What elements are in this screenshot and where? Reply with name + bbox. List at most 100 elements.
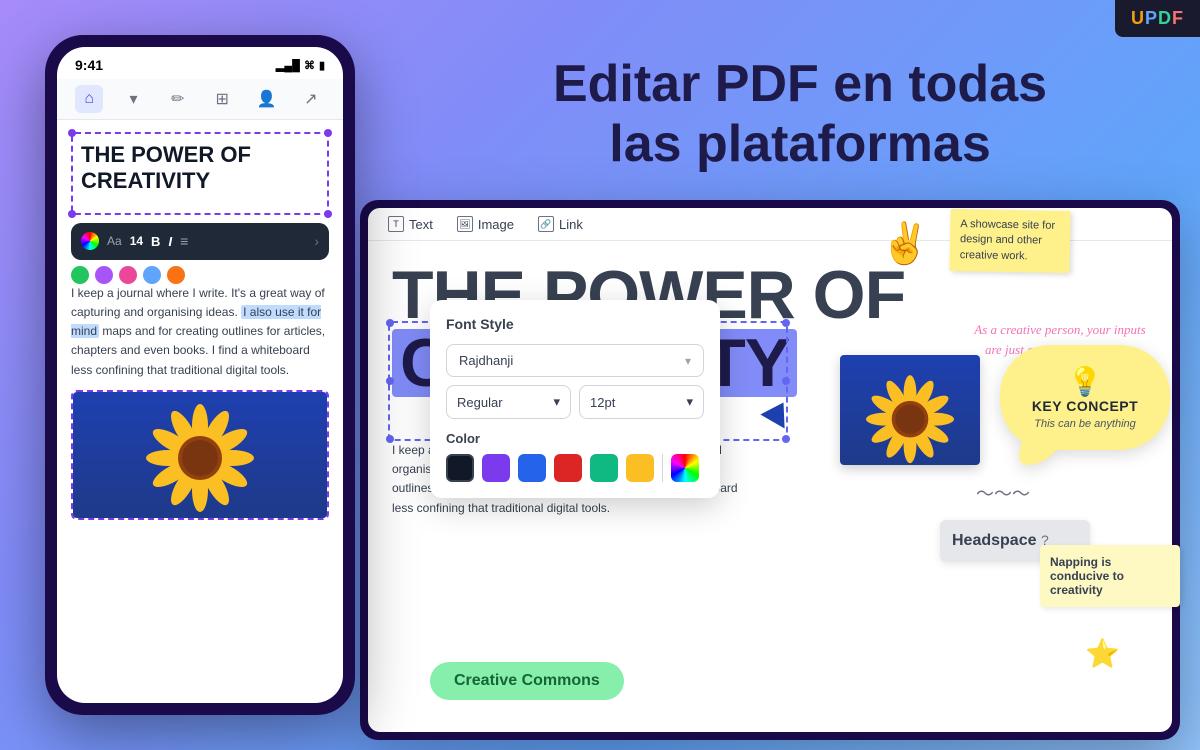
font-weight-value: Regular bbox=[457, 395, 503, 410]
body-text-after: maps and for creating outlines for artic… bbox=[71, 324, 325, 376]
color-dot-purple[interactable] bbox=[95, 266, 113, 284]
color-dot-orange[interactable] bbox=[167, 266, 185, 284]
font-sub-row: Regular ▾ 12pt ▾ bbox=[446, 385, 704, 419]
color-picker-icon[interactable] bbox=[671, 454, 699, 482]
sel-dot-tr bbox=[782, 319, 790, 327]
headline-line1: Editar PDF en todas bbox=[553, 55, 1047, 113]
swatch-blue[interactable] bbox=[518, 454, 546, 482]
italic-button[interactable]: I bbox=[168, 232, 172, 252]
font-style-popup: Font Style Rajdhanji ▾ Regular ▾ 12pt ▾ … bbox=[430, 300, 720, 498]
logo-p: P bbox=[1145, 8, 1158, 28]
key-concept-text: KEY CONCEPT bbox=[1016, 398, 1154, 414]
updf-logo: UPDF bbox=[1115, 0, 1200, 37]
key-concept-decoration: 💡 KEY CONCEPT This can be anything bbox=[1000, 345, 1170, 475]
color-dots-row bbox=[71, 266, 329, 284]
peace-sign-decoration: ✌️ bbox=[880, 220, 930, 267]
phone-mockup: 9:41 ▂▄█ ⌘ ▮ ⌂ ▾ ✏ ⊞ 👤 ↗ THE POWER OF CR… bbox=[45, 35, 355, 715]
phone-status-icons: ▂▄█ ⌘ ▮ bbox=[276, 59, 325, 72]
link-tool-label: Link bbox=[559, 217, 583, 232]
phone-share-icon[interactable]: ↗ bbox=[297, 85, 325, 113]
color-section-label: Color bbox=[446, 431, 704, 446]
phone-time: 9:41 bbox=[75, 57, 103, 73]
font-name-chevron: ▾ bbox=[685, 354, 691, 368]
sunflower-photo-svg bbox=[845, 355, 975, 465]
swatch-red[interactable] bbox=[554, 454, 582, 482]
sunflower-photo-decoration bbox=[840, 355, 980, 465]
phone-screen: 9:41 ▂▄█ ⌘ ▮ ⌂ ▾ ✏ ⊞ 👤 ↗ THE POWER OF CR… bbox=[57, 47, 343, 703]
sunflower-svg bbox=[140, 398, 260, 518]
headline: Editar PDF en todas las plataformas bbox=[440, 55, 1160, 175]
swatch-green[interactable] bbox=[590, 454, 618, 482]
font-name-select[interactable]: Rajdhanji ▾ bbox=[446, 344, 704, 377]
phone-title-selected: THE POWER OF CREATIVITY bbox=[71, 132, 329, 215]
sticky-note-decoration: A showcase site for design and other cre… bbox=[949, 209, 1070, 273]
bold-button[interactable]: B bbox=[151, 232, 160, 252]
link-tool-icon: 🔗 bbox=[538, 216, 554, 232]
napping-card: Napping is conducive to creativity bbox=[1040, 545, 1180, 607]
creative-commons-area[interactable]: Creative Commons bbox=[430, 662, 624, 700]
phone-user-icon[interactable]: 👤 bbox=[252, 85, 280, 113]
image-tool-icon: 🖼 bbox=[457, 216, 473, 232]
font-popup-title: Font Style bbox=[446, 316, 704, 332]
font-size-select[interactable]: 12pt ▾ bbox=[579, 385, 704, 419]
font-size-chevron: ▾ bbox=[686, 394, 693, 410]
swatch-divider bbox=[662, 454, 663, 482]
sel-dot-br bbox=[782, 435, 790, 443]
sel-dot-mr bbox=[782, 377, 790, 385]
sticky-note-text: A showcase site for design and other cre… bbox=[960, 218, 1056, 262]
sunflower-image bbox=[73, 392, 327, 518]
key-concept-subtext: This can be anything bbox=[1016, 418, 1154, 430]
phone-toolbar[interactable]: ⌂ ▾ ✏ ⊞ 👤 ↗ bbox=[57, 79, 343, 120]
phone-format-bar[interactable]: Aa 14 B I ≡ › bbox=[71, 223, 329, 260]
font-name-value: Rajdhanji bbox=[459, 353, 513, 368]
phone-chevron-icon[interactable]: ▾ bbox=[119, 85, 147, 113]
selection-dot-bl bbox=[68, 210, 76, 218]
napping-text: Napping is conducive to creativity bbox=[1050, 555, 1124, 597]
logo-d: D bbox=[1158, 8, 1172, 28]
phone-home-icon[interactable]: ⌂ bbox=[75, 85, 103, 113]
tablet-tool-image[interactable]: 🖼 Image bbox=[457, 216, 514, 232]
sel-dot-tl bbox=[386, 319, 394, 327]
phone-layout-icon[interactable]: ⊞ bbox=[208, 85, 236, 113]
font-weight-chevron: ▾ bbox=[553, 394, 560, 410]
color-dot-green[interactable] bbox=[71, 266, 89, 284]
star-decoration: ⭐ bbox=[1085, 637, 1120, 670]
logo-f: F bbox=[1172, 8, 1184, 28]
battery-icon: ▮ bbox=[319, 59, 325, 72]
cloud-shape: 💡 KEY CONCEPT This can be anything bbox=[1000, 345, 1170, 450]
font-size-value: 12pt bbox=[590, 395, 615, 410]
creative-commons-button[interactable]: Creative Commons bbox=[430, 662, 624, 700]
font-weight-select[interactable]: Regular ▾ bbox=[446, 385, 571, 419]
image-tool-label: Image bbox=[478, 217, 514, 232]
swatch-purple[interactable] bbox=[482, 454, 510, 482]
color-wheel-icon[interactable] bbox=[81, 232, 99, 250]
phone-body-text: I keep a journal where I write. It's a g… bbox=[71, 284, 329, 380]
align-icon[interactable]: ≡ bbox=[180, 231, 188, 252]
font-size: 14 bbox=[130, 232, 143, 250]
phone-edit-icon[interactable]: ✏ bbox=[164, 85, 192, 113]
wifi-icon: ⌘ bbox=[304, 59, 315, 72]
phone-status-bar: 9:41 ▂▄█ ⌘ ▮ bbox=[57, 47, 343, 79]
color-dot-pink[interactable] bbox=[119, 266, 137, 284]
selection-dot-tr bbox=[324, 129, 332, 137]
lightbulb-icon: 💡 bbox=[1016, 365, 1154, 398]
headspace-label: Headspace bbox=[952, 532, 1037, 549]
font-label: Aa bbox=[107, 232, 122, 250]
tablet-tool-text[interactable]: T Text bbox=[388, 216, 433, 232]
sunflower-photo-bg bbox=[840, 355, 980, 465]
tablet-tool-link[interactable]: 🔗 Link bbox=[538, 216, 583, 232]
swatch-black[interactable] bbox=[446, 454, 474, 482]
phone-image-block bbox=[71, 390, 329, 520]
color-dot-blue[interactable] bbox=[143, 266, 161, 284]
text-tool-label: Text bbox=[409, 217, 433, 232]
more-icon[interactable]: › bbox=[314, 231, 319, 252]
phone-content: THE POWER OF CREATIVITY Aa 14 B I ≡ › bbox=[57, 120, 343, 532]
phone-doc-title: THE POWER OF CREATIVITY bbox=[81, 142, 319, 195]
text-tool-icon: T bbox=[388, 216, 404, 232]
star-icon: ⭐ bbox=[1085, 638, 1120, 669]
signal-icon: ▂▄█ bbox=[276, 59, 300, 72]
logo-u: U bbox=[1131, 8, 1145, 28]
color-swatches bbox=[446, 454, 704, 482]
swatch-yellow[interactable] bbox=[626, 454, 654, 482]
sel-dot-ml bbox=[386, 377, 394, 385]
